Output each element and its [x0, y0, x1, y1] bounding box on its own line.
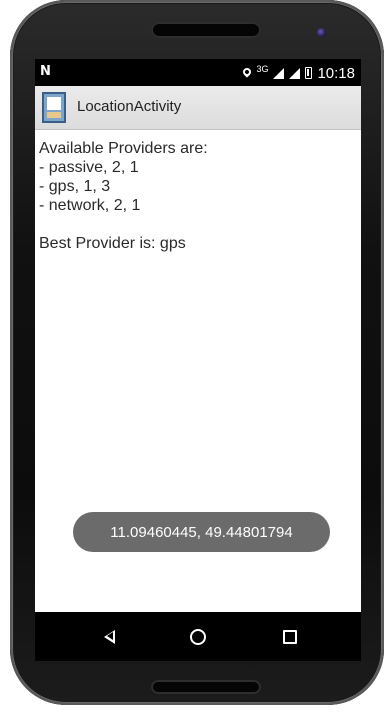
recents-icon: [283, 629, 297, 644]
location-pin-icon: [241, 66, 254, 78]
phone-screen: N 3G 10:18 LocationActivity Available Pr…: [35, 59, 361, 661]
signal-3g-icon: [273, 67, 285, 79]
provider-content: Available Providers are: - passive, 2, 1…: [39, 139, 357, 253]
status-bar: N 3G 10:18: [35, 59, 361, 86]
status-icons: 3G 10:18: [241, 63, 355, 83]
location-toast: 11.09460445, 49.44801794: [73, 512, 330, 552]
bottom-speaker: [151, 680, 261, 694]
status-clock: 10:18: [317, 64, 355, 82]
app-icon-screen: [47, 97, 61, 110]
app-icon-base: [47, 112, 61, 118]
battery-icon: [305, 67, 313, 79]
home-button[interactable]: [168, 612, 228, 661]
recents-button[interactable]: [260, 612, 320, 661]
earpiece-speaker: [151, 22, 261, 38]
providers-heading: Available Providers are:: [39, 140, 208, 157]
app-bar: LocationActivity: [35, 86, 361, 130]
provider-line: - gps, 1, 3: [39, 178, 111, 195]
page: N 3G 10:18 LocationActivity Available Pr…: [0, 0, 388, 713]
best-provider-text: Best Provider is: gps: [39, 235, 186, 252]
notification-n-icon: N: [40, 64, 51, 79]
provider-line: - passive, 2, 1: [39, 159, 139, 176]
app-title: LocationActivity: [77, 98, 182, 115]
network-type-label: 3G: [256, 64, 269, 74]
front-camera: [317, 28, 326, 37]
navigation-bar: [35, 612, 361, 661]
toast-text: 11.09460445, 49.44801794: [110, 523, 293, 541]
back-icon: [103, 629, 115, 644]
back-button[interactable]: [79, 612, 139, 661]
provider-line: - network, 2, 1: [39, 197, 141, 214]
home-icon: [190, 628, 206, 645]
signal-icon: [289, 67, 301, 79]
app-launcher-icon: [42, 92, 66, 123]
